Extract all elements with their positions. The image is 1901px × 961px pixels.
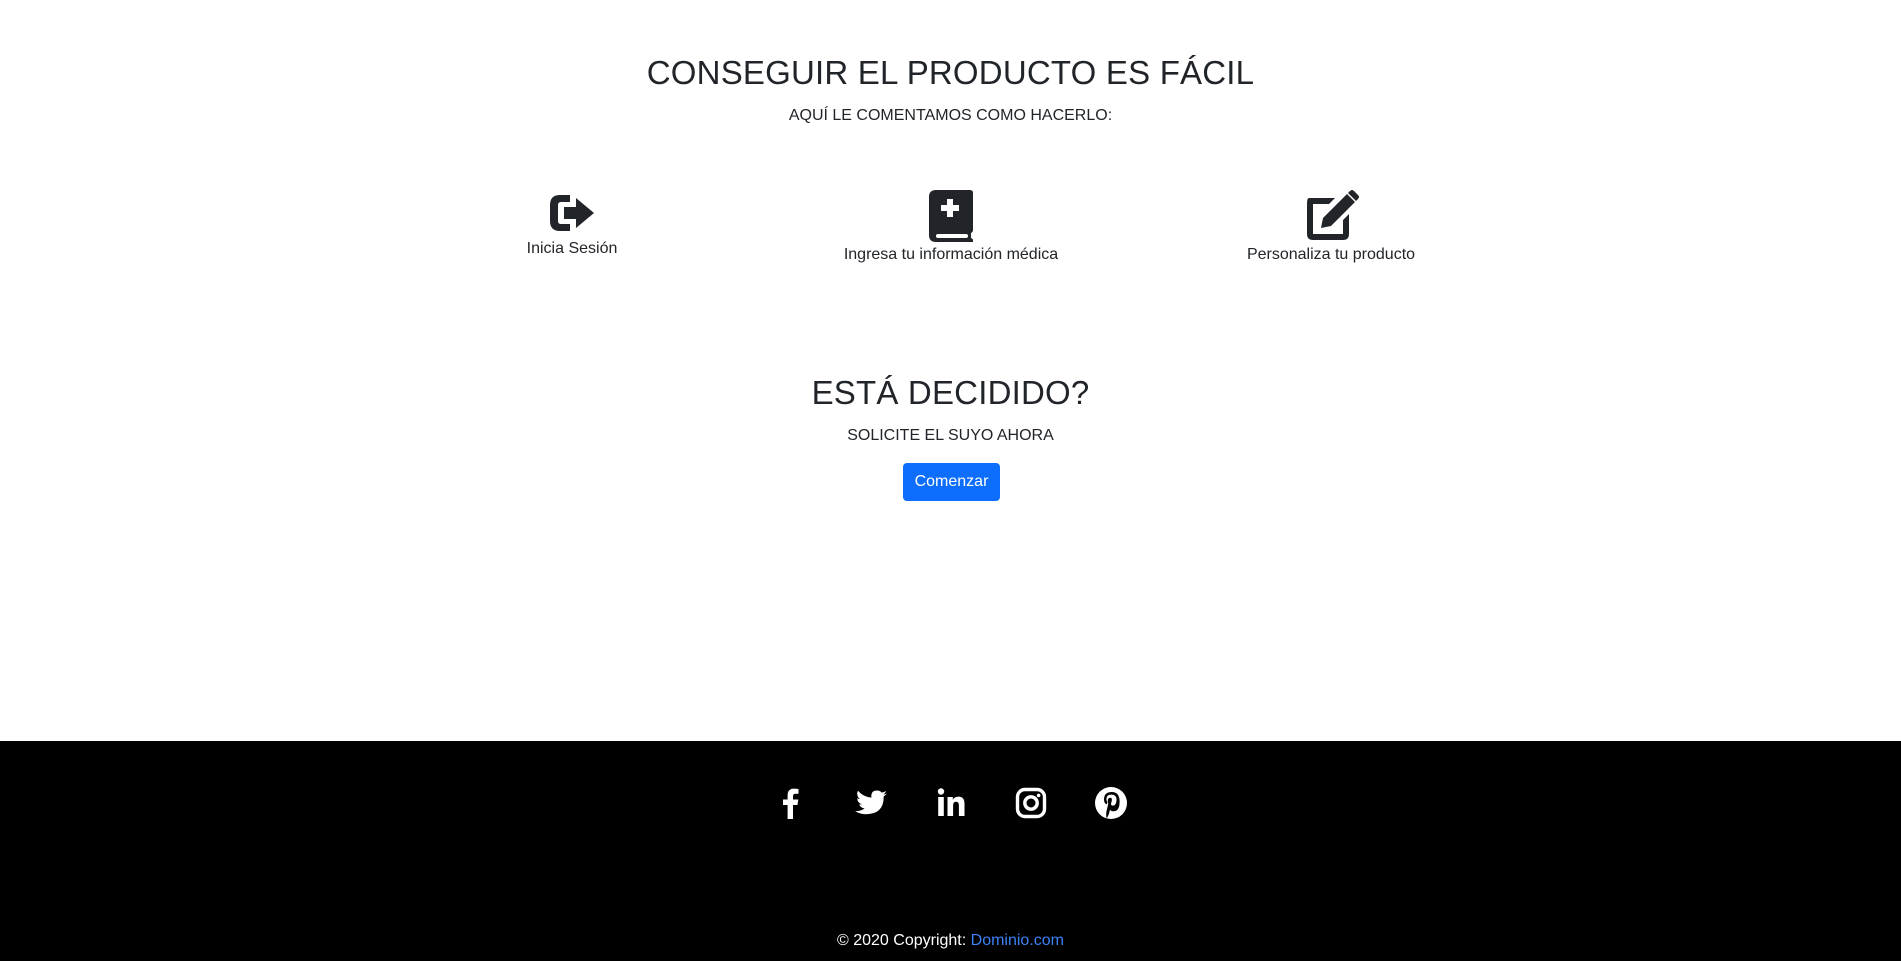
domain-link[interactable]: Dominio.com (971, 932, 1064, 949)
facebook-link[interactable] (771, 783, 811, 823)
social-links (0, 783, 1901, 823)
start-button[interactable]: Comenzar (903, 463, 1000, 501)
linkedin-icon (937, 788, 964, 816)
page: CONSEGUIR EL PRODUCTO ES FÁCIL AQUÍ LE C… (0, 0, 1901, 961)
instagram-icon (1015, 787, 1046, 819)
edit-icon (1307, 190, 1359, 240)
copyright-text: © 2020 Copyright: (837, 932, 971, 949)
instagram-link[interactable] (1011, 783, 1051, 823)
copyright: © 2020 Copyright: Dominio.com (0, 932, 1901, 950)
cta-subtitle: SOLICITE EL SUYO AHORA (847, 427, 1054, 444)
twitter-link[interactable] (851, 783, 891, 823)
cta-title: ESTÁ DECIDIDO? (811, 374, 1090, 411)
step-customize: Personaliza tu producto (1181, 190, 1481, 264)
medical-book-icon (929, 190, 973, 242)
footer: © 2020 Copyright: Dominio.com (0, 741, 1901, 961)
step-login-label: Inicia Sesión (526, 240, 618, 257)
facebook-icon (782, 788, 798, 819)
sign-in-icon (550, 195, 594, 231)
step-medical-label: Ingresa tu información médica (843, 246, 1059, 263)
twitter-icon (854, 790, 887, 815)
pinterest-icon (1094, 787, 1127, 819)
how-title: CONSEGUIR EL PRODUCTO ES FÁCIL (646, 54, 1255, 91)
how-subtitle: AQUÍ LE COMENTAMOS COMO HACERLO: (788, 107, 1113, 124)
step-customize-label: Personaliza tu producto (1246, 246, 1416, 263)
pinterest-link[interactable] (1091, 783, 1131, 823)
step-login: Inicia Sesión (422, 190, 722, 258)
step-medical-info: Ingresa tu información médica (801, 190, 1101, 264)
linkedin-link[interactable] (931, 783, 971, 823)
